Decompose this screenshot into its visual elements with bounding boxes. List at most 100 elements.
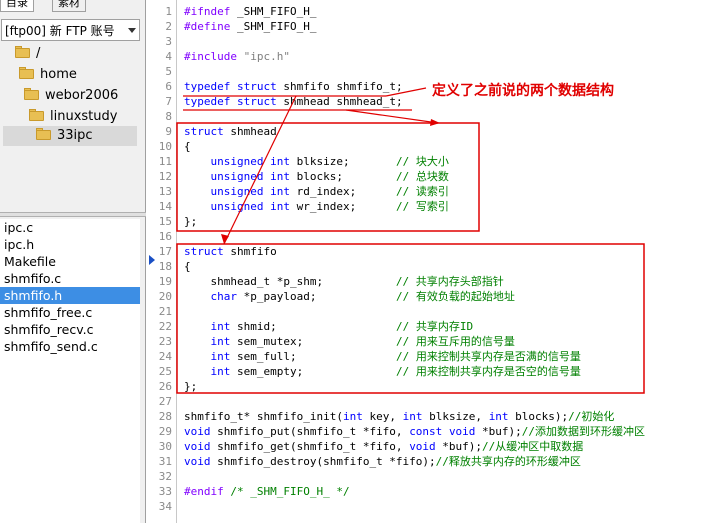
code-line: unsigned int blksize; // 块大小 <box>184 154 449 169</box>
folder-icon <box>19 66 34 79</box>
tree-item-webor2006[interactable]: webor2006 <box>24 86 137 106</box>
line-number: 29 <box>158 425 172 438</box>
code-token: int <box>210 350 231 363</box>
code-token: shmid; <box>230 320 396 333</box>
code-token: #define <box>184 20 231 33</box>
file-item[interactable]: ipc.h <box>0 236 140 253</box>
current-line-marker-icon <box>149 255 155 265</box>
line-number: 5 <box>165 65 172 78</box>
tab-directory[interactable]: 目录 <box>0 0 34 12</box>
code-token: int <box>270 200 290 213</box>
code-line: #include "ipc.h" <box>184 49 290 64</box>
code-line: }; <box>184 379 197 394</box>
code-token: shmfifo_put(shmfifo_t *fifo, <box>210 425 410 438</box>
code-line: struct shmhead <box>184 124 277 139</box>
folder-icon <box>29 108 44 121</box>
code-token: int <box>342 410 363 423</box>
code-token: // 读索引 <box>395 185 449 198</box>
line-number: 15 <box>158 215 172 228</box>
code-token: // 总块数 <box>395 170 449 183</box>
line-number: 1 <box>165 5 172 18</box>
left-panel: 目录 素材 [ftp00] 新 FTP 账号 / home webor2006 … <box>0 0 146 523</box>
file-item[interactable]: Makefile <box>0 253 140 270</box>
code-token: shmfifo_destroy(shmfifo_t *fifo); <box>210 455 436 468</box>
file-list: ipc.c ipc.h Makefile shmfifo.c shmfifo.h… <box>0 219 140 523</box>
code-token: void <box>184 425 211 438</box>
ftp-account-select[interactable]: [ftp00] 新 FTP 账号 <box>1 19 140 41</box>
code-editor[interactable]: 1 2 3 4 5 6 7 8 9 10 11 12 13 14 15 16 17 18 19 20 21 22 23 24 2… <box>146 0 714 523</box>
code-token: // 块大小 <box>395 155 449 168</box>
code-token: *buf); <box>435 440 483 453</box>
line-number: 2 <box>165 20 172 33</box>
code-token: // 有效负载的起始地址 <box>395 290 515 303</box>
line-number: 34 <box>158 500 172 513</box>
line-number: 3 <box>165 35 172 48</box>
file-item[interactable]: ipc.c <box>0 219 140 236</box>
code-token: int <box>210 365 231 378</box>
tree-item-33ipc[interactable]: 33ipc <box>3 126 137 146</box>
tree-item-home[interactable]: home <box>19 65 137 85</box>
line-number: 14 <box>158 200 172 213</box>
code-token: wr_index; <box>289 200 396 213</box>
file-item[interactable]: shmfifo_send.c <box>0 338 140 355</box>
code-token: int <box>210 335 231 348</box>
tree-item-label: 33ipc <box>57 128 93 143</box>
code-token: struct <box>184 125 224 138</box>
line-number: 11 <box>158 155 172 168</box>
code-token: unsigned <box>210 200 264 213</box>
code-token: shmfifo_t* shmfifo_init( <box>184 410 343 423</box>
code-token: int <box>210 320 231 333</box>
code-token: }; <box>184 215 198 228</box>
tree-item-root[interactable]: / <box>15 44 137 64</box>
code-token: int <box>402 410 423 423</box>
code-token: void <box>184 440 211 453</box>
code-token: // 共享内存头部指针 <box>395 275 504 288</box>
folder-tree: / home webor2006 linuxstudy 33ipc <box>1 44 140 146</box>
code-line: char *p_payload; // 有效负载的起始地址 <box>184 289 515 304</box>
code-token: { <box>184 140 191 153</box>
code-token: struct <box>236 80 277 93</box>
code-token: typedef <box>184 95 231 108</box>
code-token: typedef <box>184 80 231 93</box>
panel-splitter[interactable] <box>0 212 146 217</box>
gutter-divider <box>176 0 177 523</box>
code-token: void <box>184 455 211 468</box>
line-number: 20 <box>158 290 172 303</box>
code-token: *p_payload; <box>237 290 396 303</box>
line-number: 31 <box>158 455 172 468</box>
code-token: _SHM_FIFO_H_ <box>230 20 317 33</box>
code-line: unsigned int blocks; // 总块数 <box>184 169 449 184</box>
code-line: #ifndef _SHM_FIFO_H_ <box>184 4 316 19</box>
code-line: void shmfifo_destroy(shmfifo_t *fifo);//… <box>184 454 581 469</box>
code-token: *buf); <box>475 425 522 438</box>
line-number: 23 <box>158 335 172 348</box>
tree-item-linuxstudy[interactable]: linuxstudy <box>29 107 137 127</box>
line-number: 19 <box>158 275 172 288</box>
ftp-account-label: [ftp00] 新 FTP 账号 <box>5 24 115 38</box>
chevron-down-icon[interactable] <box>128 28 136 33</box>
file-item-selected[interactable]: shmfifo.h <box>0 287 140 304</box>
code-line: int sem_mutex; // 用来互斥用的信号量 <box>184 334 515 349</box>
file-item[interactable]: shmfifo.c <box>0 270 140 287</box>
file-item[interactable]: shmfifo_free.c <box>0 304 140 321</box>
code-line: #endif /* _SHM_FIFO_H_ */ <box>184 484 350 499</box>
code-token: int <box>270 185 290 198</box>
code-token: /* _SHM_FIFO_H_ */ <box>223 485 350 498</box>
file-item[interactable]: shmfifo_recv.c <box>0 321 140 338</box>
line-number: 25 <box>158 365 172 378</box>
code-token: struct <box>184 245 224 258</box>
line-number: 33 <box>158 485 172 498</box>
line-number: 24 <box>158 350 172 363</box>
tab-assets[interactable]: 素材 <box>52 0 86 12</box>
line-number: 21 <box>158 305 172 318</box>
code-line: typedef struct shmfifo shmfifo_t; <box>184 79 403 94</box>
code-token: unsigned <box>210 185 264 198</box>
